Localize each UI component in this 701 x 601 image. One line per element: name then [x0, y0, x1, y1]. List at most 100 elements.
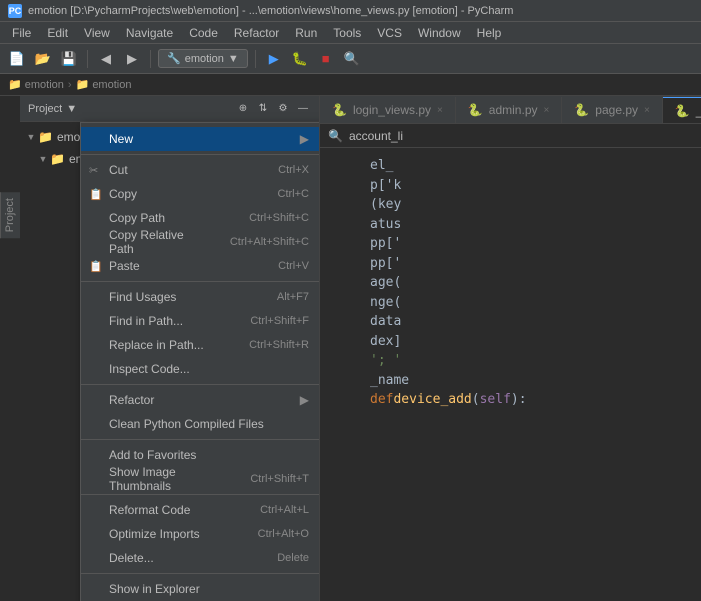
- ctx-copy-path[interactable]: Copy Path Ctrl+Shift+C: [81, 206, 320, 230]
- project-header-gear-btn[interactable]: ⚙: [275, 101, 291, 117]
- project-panel: Project ▼ ⊕ ⇅ ⚙ — ▼ 📁 emotion D:\Pycharm…: [20, 96, 320, 601]
- tab-login-views-close[interactable]: ×: [437, 105, 443, 116]
- toolbar-save-btn[interactable]: 💾: [58, 48, 80, 70]
- ctx-find-in-path[interactable]: Find in Path... Ctrl+Shift+F: [81, 309, 320, 333]
- code-line-7: age(: [320, 273, 701, 293]
- toolbar-open-btn[interactable]: 📂: [32, 48, 54, 70]
- ctx-paste[interactable]: 📋 Paste Ctrl+V: [81, 254, 320, 278]
- project-header-minimize-btn[interactable]: —: [295, 101, 311, 117]
- breadcrumb: 📁 emotion › 📁 emotion: [0, 74, 701, 96]
- title-text: emotion [D:\PycharmProjects\web\emotion]…: [28, 5, 513, 17]
- ctx-optimize-imports[interactable]: Optimize Imports Ctrl+Alt+O: [81, 522, 320, 546]
- toolbar-back-btn[interactable]: ◀: [95, 48, 117, 70]
- toolbar-new-btn[interactable]: 📄: [6, 48, 28, 70]
- menu-refactor[interactable]: Refactor: [226, 24, 287, 42]
- ctx-show-explorer[interactable]: Show in Explorer: [81, 577, 320, 601]
- project-label: Project: [28, 103, 62, 115]
- code-line-1: el_: [320, 156, 701, 176]
- code-line-9: data: [320, 312, 701, 332]
- breadcrumb-emotion[interactable]: 📁 emotion: [8, 78, 64, 91]
- menu-file[interactable]: File: [4, 24, 39, 42]
- code-line-4: atus: [320, 215, 701, 235]
- ctx-copy[interactable]: 📋 Copy Ctrl+C: [81, 182, 320, 206]
- folder-icon-em: 📁: [50, 152, 65, 166]
- toolbar-debug-btn[interactable]: 🐛: [289, 48, 311, 70]
- ctx-copy-relative-path[interactable]: Copy Relative Path Ctrl+Alt+Shift+C: [81, 230, 320, 254]
- menu-bar: File Edit View Navigate Code Refactor Ru…: [0, 22, 701, 44]
- ctx-new[interactable]: New ▶: [81, 127, 320, 151]
- tab-admin-close[interactable]: ×: [544, 105, 550, 116]
- project-dropdown-arrow: ▼: [228, 53, 239, 65]
- project-header-sort-btn[interactable]: ⇅: [255, 101, 271, 117]
- menu-help[interactable]: Help: [469, 24, 510, 42]
- toolbar-stop-btn[interactable]: ■: [315, 48, 337, 70]
- project-selector[interactable]: 🔧 emotion ▼: [158, 49, 248, 68]
- app-icon: PC: [8, 4, 22, 18]
- ctx-refactor[interactable]: Refactor ▶: [81, 388, 320, 412]
- code-line-8: nge(: [320, 293, 701, 313]
- ctx-delete[interactable]: Delete... Delete: [81, 546, 320, 570]
- context-menu: New ▶ ✂ Cut Ctrl+X 📋 Copy Ctrl+C Copy Pa…: [80, 122, 320, 601]
- copy-icon: 📋: [89, 188, 103, 201]
- project-label: emotion: [185, 53, 224, 65]
- search-icon: 🔍: [328, 129, 343, 143]
- tabs: 🐍 login_views.py × 🐍 admin.py × 🐍 page.p…: [320, 96, 701, 124]
- project-dropdown-icon[interactable]: ▼: [66, 103, 77, 115]
- ctx-sep3: [81, 439, 320, 440]
- code-line-3: (key: [320, 195, 701, 215]
- tab-login-views-label: login_views.py: [353, 103, 431, 117]
- project-icon: 🔧: [167, 52, 181, 65]
- paste-icon: 📋: [89, 260, 103, 273]
- code-line-13: def device_add ( self ):: [320, 390, 701, 410]
- menu-edit[interactable]: Edit: [39, 24, 76, 42]
- tree-arrow-em: ▼: [36, 154, 50, 164]
- toolbar-forward-btn[interactable]: ▶: [121, 48, 143, 70]
- folder-icon-root: 📁: [38, 130, 53, 144]
- tab-login-views-icon: 🐍: [332, 103, 347, 117]
- menu-view[interactable]: View: [76, 24, 118, 42]
- ctx-find-usages[interactable]: Find Usages Alt+F7: [81, 285, 320, 309]
- tab-init-label: __init: [696, 104, 701, 118]
- ctx-sep0: [81, 154, 320, 155]
- tab-login-views[interactable]: 🐍 login_views.py ×: [320, 97, 456, 123]
- tab-init[interactable]: 🐍 __init ×: [663, 97, 701, 123]
- ctx-replace-in-path[interactable]: Replace in Path... Ctrl+Shift+R: [81, 333, 320, 357]
- tab-admin-label: admin.py: [489, 103, 538, 117]
- tab-page-close[interactable]: ×: [644, 105, 650, 116]
- search-input[interactable]: [349, 129, 693, 143]
- editor-content: el_ p['k (key atus pp[' pp[': [320, 148, 701, 418]
- ctx-inspect-code[interactable]: Inspect Code...: [81, 357, 320, 381]
- menu-tools[interactable]: Tools: [325, 24, 369, 42]
- code-line-11: '; ': [320, 351, 701, 371]
- code-line-2: p['k: [320, 176, 701, 196]
- ctx-clean-python[interactable]: Clean Python Compiled Files: [81, 412, 320, 436]
- tab-page-label: page.py: [595, 103, 638, 117]
- ctx-reformat[interactable]: Reformat Code Ctrl+Alt+L: [81, 498, 320, 522]
- ctx-cut[interactable]: ✂ Cut Ctrl+X: [81, 158, 320, 182]
- menu-code[interactable]: Code: [181, 24, 226, 42]
- menu-window[interactable]: Window: [410, 24, 469, 42]
- cut-icon: ✂: [89, 164, 98, 177]
- breadcrumb-emotion2[interactable]: 📁 emotion: [76, 78, 132, 91]
- menu-run[interactable]: Run: [287, 24, 325, 42]
- code-line-6: pp[': [320, 254, 701, 274]
- search-bar: 🔍: [320, 124, 701, 148]
- tab-admin[interactable]: 🐍 admin.py ×: [456, 97, 563, 123]
- ctx-add-favorites[interactable]: Add to Favorites: [81, 443, 320, 467]
- tab-admin-icon: 🐍: [468, 103, 483, 117]
- toolbar-sep2: [150, 50, 151, 68]
- project-header-add-btn[interactable]: ⊕: [235, 101, 251, 117]
- project-tab[interactable]: Project: [0, 192, 20, 238]
- tab-page[interactable]: 🐍 page.py ×: [562, 97, 663, 123]
- title-bar: PC emotion [D:\PycharmProjects\web\emoti…: [0, 0, 701, 22]
- toolbar: 📄 📂 💾 ◀ ▶ 🔧 emotion ▼ ▶ 🐛 ■ 🔍: [0, 44, 701, 74]
- menu-vcs[interactable]: VCS: [369, 24, 410, 42]
- code-line-12: _name: [320, 371, 701, 391]
- ctx-sep4: [81, 494, 320, 495]
- toolbar-run-btn[interactable]: ▶: [263, 48, 285, 70]
- toolbar-sep1: [87, 50, 88, 68]
- toolbar-search-btn[interactable]: 🔍: [341, 48, 363, 70]
- main-area: Project Project ▼ ⊕ ⇅ ⚙ — ▼ 📁 emotion D:…: [0, 96, 701, 601]
- ctx-show-thumbnails[interactable]: Show Image Thumbnails Ctrl+Shift+T: [81, 467, 320, 491]
- menu-navigate[interactable]: Navigate: [118, 24, 181, 42]
